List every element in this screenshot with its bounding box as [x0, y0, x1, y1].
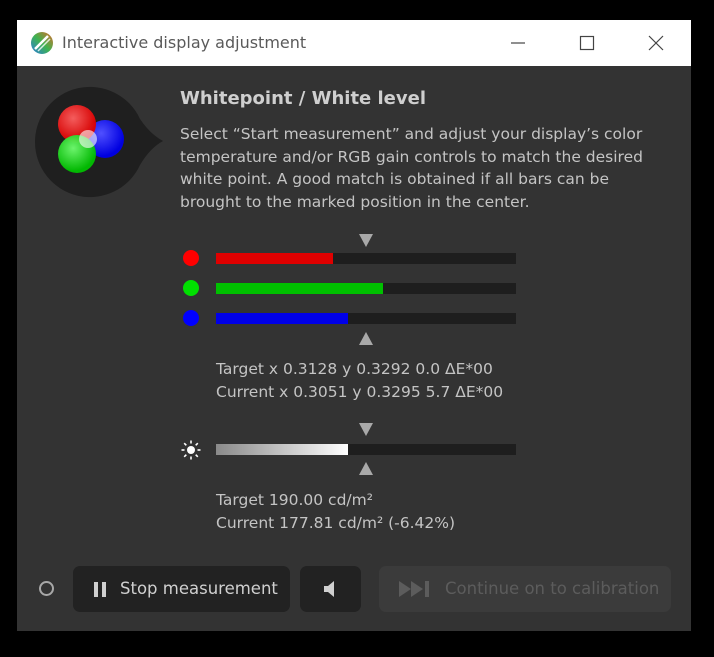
section-heading: Whitepoint / White level — [180, 88, 427, 109]
maximize-button[interactable] — [564, 20, 610, 66]
red-bar-track — [216, 253, 516, 264]
sound-toggle-button[interactable] — [300, 566, 361, 612]
sun-icon — [181, 440, 201, 460]
instructions-text: Select “Start measurement” and adjust yo… — [180, 125, 643, 212]
stop-measurement-label: Stop measurement — [120, 579, 278, 598]
target-marker-bottom-icon — [359, 332, 373, 345]
speaker-icon — [324, 581, 334, 597]
minimize-button[interactable] — [495, 20, 541, 66]
luminance-bar-fill — [216, 444, 348, 455]
close-button[interactable] — [633, 20, 679, 66]
blue-bar-fill — [216, 313, 348, 324]
rgb-circles-icon — [35, 86, 163, 198]
app-icon — [31, 32, 53, 54]
luminance-marker-bottom-icon — [359, 462, 373, 475]
blue-bar-track — [216, 313, 516, 324]
luminance-marker-top-icon — [359, 423, 373, 436]
red-bar-fill — [216, 253, 333, 264]
skip-forward-icon — [399, 581, 429, 597]
blue-channel-dot — [183, 310, 199, 326]
window-title: Interactive display adjustment — [62, 33, 307, 52]
whitepoint-current: Current x 0.3051 y 0.3295 5.7 ΔE*00 — [216, 383, 504, 401]
luminance-bar-track — [216, 444, 516, 455]
luminance-current: Current 177.81 cd/m² (-6.42%) — [216, 514, 456, 532]
measurement-status-indicator — [39, 581, 54, 596]
stop-measurement-button[interactable]: Stop measurement — [73, 566, 290, 612]
dialog-window: Interactive display adjustment Whitepoin… — [17, 20, 691, 631]
target-marker-top-icon — [359, 234, 373, 247]
luminance-target: Target 190.00 cd/m² — [216, 491, 373, 509]
continue-calibration-button[interactable]: Continue on to calibration — [379, 566, 671, 612]
red-channel-dot — [183, 250, 199, 266]
pause-icon — [94, 582, 106, 597]
green-bar-track — [216, 283, 516, 294]
green-channel-dot — [183, 280, 199, 296]
whitepoint-target: Target x 0.3128 y 0.3292 0.0 ΔE*00 — [216, 360, 493, 378]
green-bar-fill — [216, 283, 383, 294]
continue-calibration-label: Continue on to calibration — [445, 579, 660, 598]
maximize-icon — [579, 35, 595, 51]
title-bar: Interactive display adjustment — [17, 20, 691, 66]
close-icon — [648, 35, 664, 51]
minimize-icon — [511, 42, 525, 44]
